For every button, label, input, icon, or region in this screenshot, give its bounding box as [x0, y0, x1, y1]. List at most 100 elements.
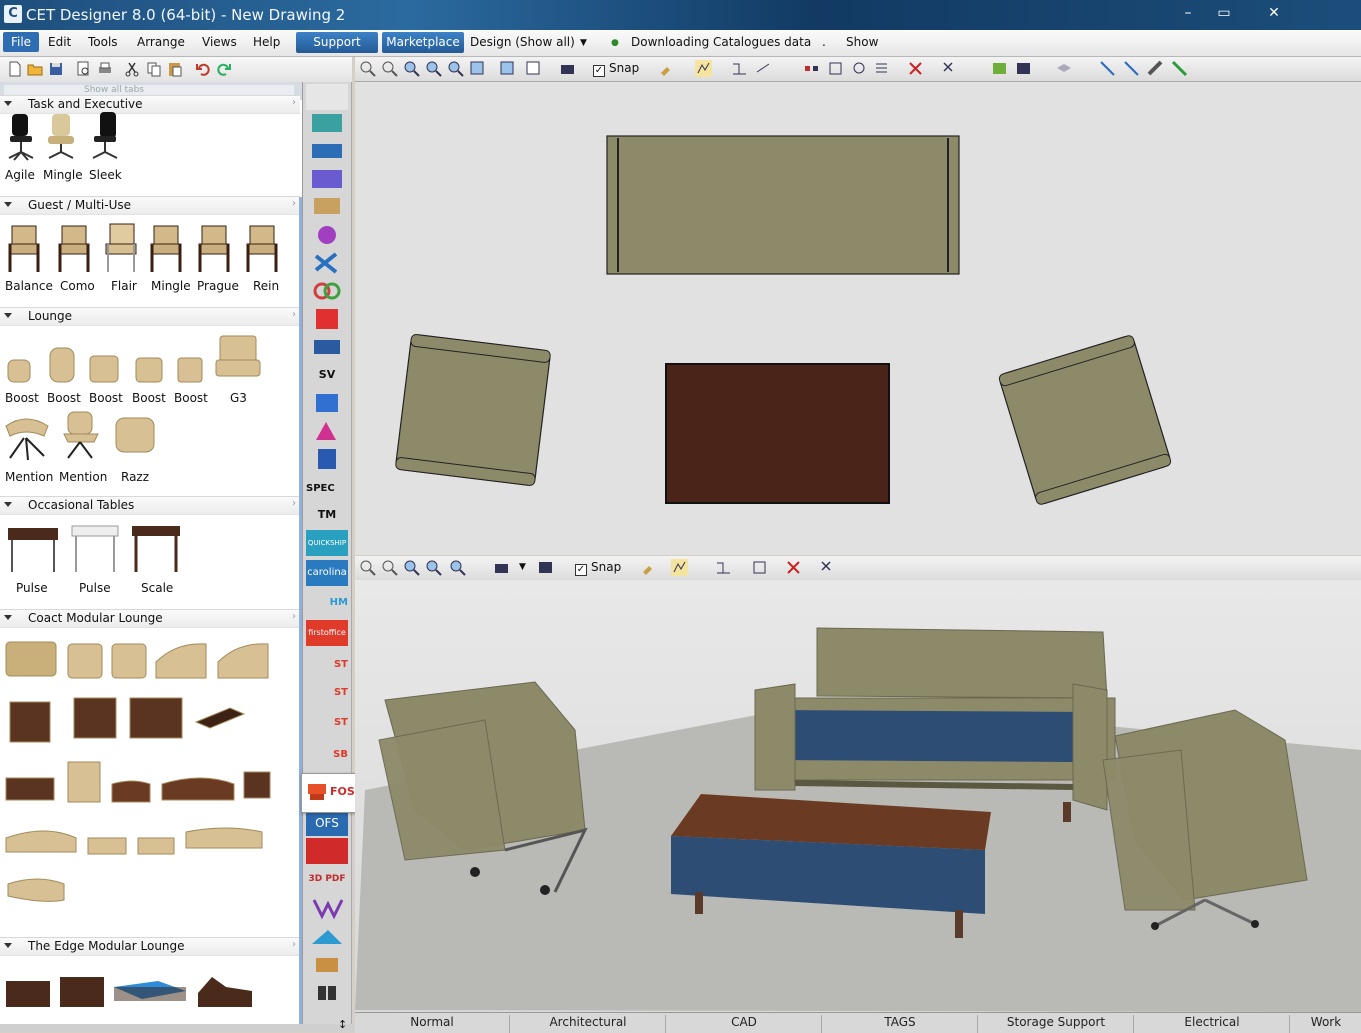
menu-help[interactable]: Help: [253, 35, 280, 49]
collapse-icon[interactable]: [4, 313, 12, 318]
menu-arrange[interactable]: Arrange: [137, 35, 185, 49]
section-coact-modular-lounge[interactable]: Coact Modular Lounge ›: [0, 609, 300, 628]
edge-module-thumbs[interactable]: [2, 967, 262, 1017]
cut-icon[interactable]: [123, 60, 141, 78]
extension-icon-10[interactable]: [306, 390, 348, 416]
extension-icon-2[interactable]: [306, 138, 348, 164]
menu-tools[interactable]: Tools: [88, 35, 118, 49]
zoom-extents-icon[interactable]: [381, 559, 398, 576]
scissors-icon[interactable]: [941, 60, 958, 77]
view-select-icon[interactable]: [525, 60, 542, 77]
chair-thumb-sleek[interactable]: [88, 110, 122, 162]
sofa-plan[interactable]: [606, 135, 960, 275]
tab-cad[interactable]: CAD: [667, 1015, 822, 1033]
menu-edit[interactable]: Edit: [48, 35, 71, 49]
section-edge-modular-lounge[interactable]: The Edge Modular Lounge ›: [0, 937, 300, 956]
zoom-in-icon[interactable]: [425, 60, 442, 77]
arrow-tool-icon[interactable]: [1123, 60, 1140, 77]
tab-normal[interactable]: Normal: [355, 1015, 510, 1033]
connect-icon[interactable]: [803, 60, 820, 77]
green-tool-icon[interactable]: [1171, 60, 1188, 77]
extension-icon-3[interactable]: [306, 166, 348, 192]
zoom-selection-icon[interactable]: [499, 60, 516, 77]
3d-canvas[interactable]: [355, 580, 1361, 1012]
chevron-down-icon[interactable]: ▼: [519, 562, 526, 572]
extension-st-1[interactable]: ST: [306, 652, 348, 678]
plan-view[interactable]: [355, 82, 1361, 555]
copy-icon[interactable]: [145, 60, 163, 78]
catalog-scrollbar[interactable]: [299, 197, 302, 1024]
paste-icon[interactable]: [166, 60, 184, 78]
3d-view[interactable]: [355, 580, 1361, 1012]
print-preview-icon[interactable]: [74, 60, 92, 78]
minimize-icon[interactable]: –: [1176, 3, 1200, 23]
chevron-right-icon[interactable]: ›: [292, 611, 296, 622]
pin-icon[interactable]: [639, 559, 656, 576]
extension-icon-17[interactable]: [306, 980, 348, 1006]
extension-sv[interactable]: SV: [306, 362, 348, 388]
snap-checkbox[interactable]: ✓: [593, 65, 605, 77]
extension-firstoffice[interactable]: firstoffice: [306, 620, 348, 646]
cet-app-icon[interactable]: C: [4, 5, 22, 23]
dimension-icon[interactable]: [715, 559, 732, 576]
snap-checkbox[interactable]: ✓: [575, 564, 587, 576]
extension-icon-11[interactable]: [306, 418, 348, 444]
transform-icon[interactable]: [751, 559, 768, 576]
pin-icon[interactable]: [657, 60, 674, 77]
extension-icon-1[interactable]: [306, 110, 348, 136]
zoom-window-icon[interactable]: [359, 60, 376, 77]
extension-tm[interactable]: TM: [306, 502, 348, 528]
undo-icon[interactable]: [194, 60, 212, 78]
fill-toggle-icon[interactable]: [695, 60, 712, 77]
extension-carolina[interactable]: carolina: [306, 560, 348, 586]
guest-chair-thumbs[interactable]: [6, 222, 296, 274]
redo-icon[interactable]: [215, 60, 233, 78]
chair-thumb-mingle[interactable]: [44, 112, 78, 162]
design-mode-select[interactable]: Design (Show all): [470, 35, 575, 49]
extension-hm[interactable]: HM: [306, 590, 348, 616]
extension-fos[interactable]: FOS: [301, 773, 357, 813]
delete-icon[interactable]: [907, 60, 924, 77]
extension-icon-15[interactable]: [306, 924, 348, 950]
tab-work[interactable]: Work: [1291, 1015, 1361, 1033]
tab-storage-support[interactable]: Storage Support: [979, 1015, 1134, 1033]
delete-icon[interactable]: [785, 559, 802, 576]
open-folder-icon[interactable]: [26, 60, 44, 78]
maximize-icon[interactable]: ▭: [1210, 3, 1238, 23]
zoom-window-icon[interactable]: [359, 559, 376, 576]
chair-thumb-agile[interactable]: [4, 112, 38, 162]
measure-icon[interactable]: [755, 60, 772, 77]
lounge-thumbs-row1[interactable]: [4, 332, 266, 388]
chevron-down-icon[interactable]: ▼: [580, 38, 587, 48]
lounge-thumbs-row2[interactable]: [4, 408, 164, 464]
transform-icon[interactable]: [827, 60, 844, 77]
extension-icon-5[interactable]: [306, 222, 348, 248]
menu-views[interactable]: Views: [202, 35, 237, 49]
extension-icon-14[interactable]: [306, 894, 348, 920]
calculation-icon[interactable]: [1015, 60, 1032, 77]
coact-module-thumbs[interactable]: [2, 632, 282, 932]
extension-st-3[interactable]: ST: [306, 710, 348, 736]
zoom-fit-icon[interactable]: [403, 60, 420, 77]
extension-icon-6[interactable]: [306, 250, 348, 276]
menu-file[interactable]: File: [3, 32, 39, 52]
extension-ofs[interactable]: OFS: [306, 810, 348, 836]
collapse-icon[interactable]: [4, 502, 12, 507]
extension-icon-16[interactable]: [306, 952, 348, 978]
extension-3d-pdf[interactable]: 3D PDF: [306, 866, 348, 892]
section-guest-multi-use[interactable]: Guest / Multi-Use ›: [0, 196, 300, 215]
tab-tags[interactable]: TAGS: [823, 1015, 978, 1033]
extension-quickship[interactable]: QUICKSHIP: [306, 530, 348, 556]
strip-top-icon[interactable]: [306, 84, 348, 110]
render-icon[interactable]: [537, 559, 554, 576]
extension-icon-13[interactable]: [306, 838, 348, 864]
extension-icon-7[interactable]: [306, 278, 348, 304]
align-icon[interactable]: [873, 60, 890, 77]
rotate-icon[interactable]: [851, 60, 868, 77]
collapse-icon[interactable]: [4, 943, 12, 948]
extension-icon-9[interactable]: [306, 334, 348, 360]
new-file-icon[interactable]: [6, 60, 24, 78]
armchair-plan-right[interactable]: [998, 335, 1172, 506]
save-icon[interactable]: [47, 60, 65, 78]
chevron-right-icon[interactable]: ›: [292, 939, 296, 950]
